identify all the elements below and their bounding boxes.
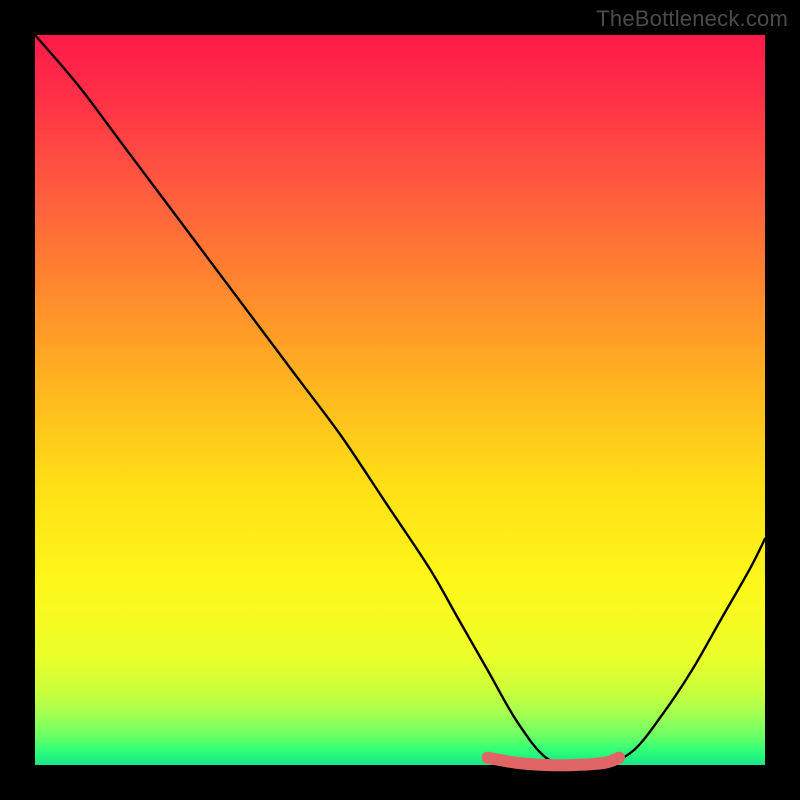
watermark-text: TheBottleneck.com bbox=[596, 6, 788, 32]
chart-svg bbox=[35, 35, 765, 765]
optimal-band-path bbox=[488, 758, 619, 766]
bottleneck-curve-path bbox=[35, 35, 765, 766]
plot-area bbox=[35, 35, 765, 765]
chart-frame: TheBottleneck.com bbox=[0, 0, 800, 800]
